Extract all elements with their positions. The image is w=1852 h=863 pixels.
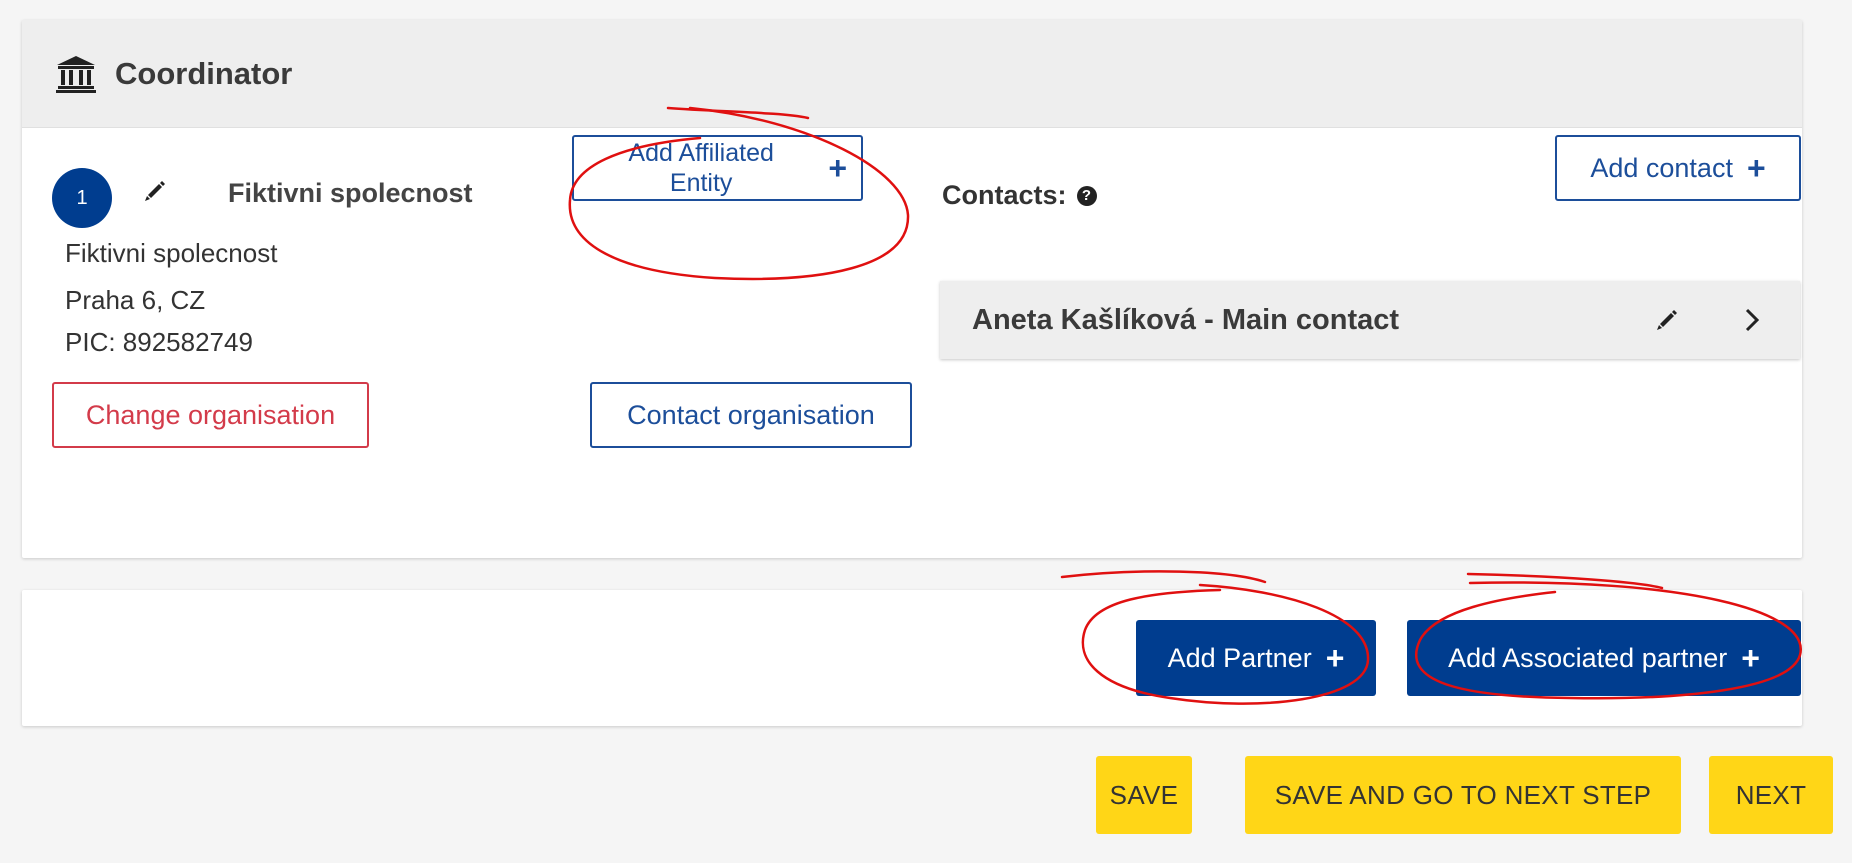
contacts-label-text: Contacts:: [942, 180, 1067, 210]
change-organisation-button[interactable]: Change organisation: [52, 382, 369, 448]
add-contact-button[interactable]: Add contact +: [1555, 135, 1801, 201]
address-pic: PIC: 892582749: [65, 327, 253, 357]
add-contact-label: Add contact: [1590, 152, 1733, 183]
save-and-next-button[interactable]: SAVE AND GO TO NEXT STEP: [1245, 756, 1681, 834]
add-associated-partner-label: Add Associated partner: [1448, 642, 1728, 673]
save-button[interactable]: SAVE: [1096, 756, 1192, 834]
contact-row-main[interactable]: Aneta Kašlíková - Main contact: [940, 281, 1800, 359]
coordinator-title: Coordinator: [115, 55, 293, 91]
pencil-icon[interactable]: [144, 180, 166, 202]
add-affiliated-label-line2: Entity: [669, 169, 733, 197]
contact-organisation-button[interactable]: Contact organisation: [590, 382, 912, 448]
pencil-icon[interactable]: [1656, 309, 1678, 331]
plus-icon: +: [1746, 150, 1766, 186]
add-partner-label: Add Partner: [1167, 642, 1312, 673]
contacts-label: Contacts: ?: [942, 180, 1097, 211]
chevron-right-icon[interactable]: [1744, 307, 1760, 333]
address-organisation-name: Fiktivni spolecnost: [65, 238, 278, 268]
add-affiliated-entity-button[interactable]: Add Affiliated Entity +: [572, 135, 863, 201]
contact-name: Aneta Kašlíková - Main contact: [972, 303, 1400, 336]
add-associated-partner-button[interactable]: Add Associated partner +: [1407, 620, 1801, 696]
add-affiliated-label-line1: Add Affiliated: [628, 139, 774, 167]
coordinator-number-badge: 1: [52, 168, 112, 228]
address-city: Praha 6, CZ: [65, 285, 206, 315]
add-partner-button[interactable]: Add Partner +: [1136, 620, 1376, 696]
coordinator-card: Coordinator 1 Fiktivni spolecnost Add Af…: [22, 20, 1802, 558]
next-button[interactable]: NEXT: [1709, 756, 1833, 834]
plus-icon: +: [1325, 640, 1345, 676]
partners-card: Add Partner + Add Associated partner +: [22, 590, 1802, 726]
plus-icon: +: [828, 150, 847, 186]
institution-icon: [55, 54, 97, 94]
coordinator-header: Coordinator: [22, 20, 1802, 128]
plus-icon: +: [1741, 640, 1760, 676]
question-circle-icon[interactable]: ?: [1076, 185, 1097, 206]
organisation-name: Fiktivni spolecnost: [228, 178, 473, 208]
